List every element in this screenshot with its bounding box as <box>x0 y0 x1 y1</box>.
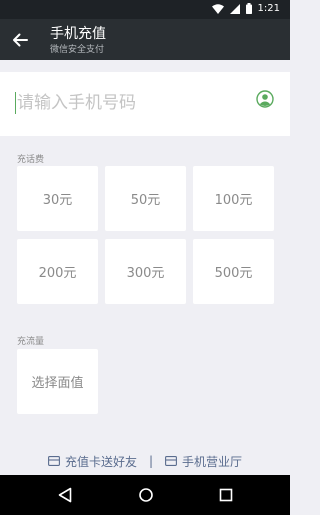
status-bar: 1:21 <box>0 0 290 19</box>
contact-picker-button[interactable] <box>256 90 274 108</box>
gift-card-link[interactable]: 充值卡送好友 <box>48 453 137 470</box>
mobile-store-link-label: 手机营业厅 <box>182 454 243 469</box>
card-icon <box>48 456 60 466</box>
store-card-icon <box>165 456 177 466</box>
footer-separator: | <box>148 454 154 468</box>
arrow-left-icon <box>13 33 28 47</box>
status-time: 1:21 <box>257 3 280 14</box>
nav-home-button[interactable] <box>136 485 156 505</box>
page-subtitle: 微信安全支付 <box>50 45 105 55</box>
status-icons: 1:21 <box>211 3 280 14</box>
recents-square-icon <box>219 488 233 502</box>
topup-option-30[interactable]: 30元 <box>17 166 98 231</box>
home-circle-icon <box>139 488 153 502</box>
nav-recents-button[interactable] <box>216 485 236 505</box>
navigation-bar <box>0 475 290 515</box>
topup-option-500[interactable]: 500元 <box>193 239 274 304</box>
data-plan-select-button[interactable]: 选择面值 <box>17 349 98 414</box>
topup-option-50[interactable]: 50元 <box>105 166 186 231</box>
topup-option-300[interactable]: 300元 <box>105 239 186 304</box>
back-button[interactable] <box>8 28 32 52</box>
nav-back-button[interactable] <box>55 485 75 505</box>
header: 手机充值 微信安全支付 <box>0 19 290 60</box>
signal-icon <box>229 3 240 14</box>
topup-option-100[interactable]: 100元 <box>193 166 274 231</box>
text-cursor <box>15 92 16 114</box>
gift-card-link-label: 充值卡送好友 <box>64 454 137 469</box>
wifi-icon <box>211 3 224 14</box>
data-plan-section-label: 充流量 <box>17 337 45 347</box>
topup-option-200[interactable]: 200元 <box>17 239 98 304</box>
mobile-store-link[interactable]: 手机营业厅 <box>165 453 242 470</box>
page-title: 手机充值 <box>50 26 106 42</box>
topup-section-label: 充话费 <box>17 155 45 165</box>
footer-links: 充值卡送好友 | 手机营业厅 <box>0 451 290 471</box>
phone-input-area <box>0 72 290 136</box>
back-triangle-icon <box>58 487 72 503</box>
phone-number-input[interactable] <box>17 88 247 118</box>
battery-icon <box>245 3 252 14</box>
contact-person-icon <box>256 90 274 108</box>
